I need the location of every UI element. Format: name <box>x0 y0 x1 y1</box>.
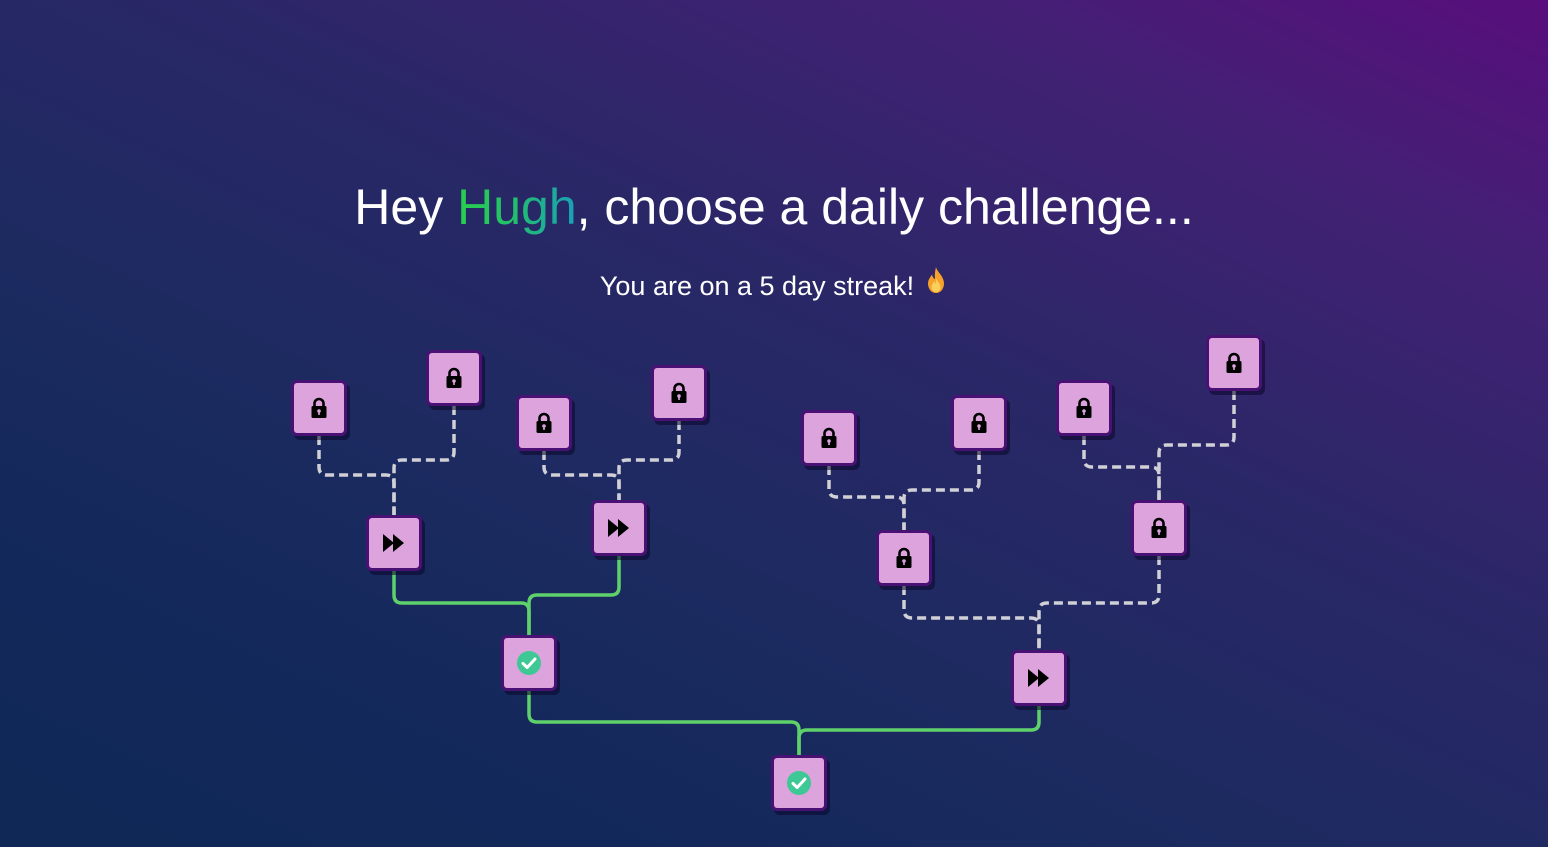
lock-icon <box>1224 352 1244 374</box>
fast-forward-icon <box>607 518 631 538</box>
challenge-node-locked[interactable] <box>801 410 857 466</box>
lock-icon <box>534 412 554 434</box>
challenge-node-locked[interactable] <box>1206 335 1262 391</box>
connector-locked <box>1157 391 1236 500</box>
challenge-node-locked[interactable] <box>951 395 1007 451</box>
challenge-node-completed[interactable] <box>501 635 557 691</box>
connector-completed <box>527 691 801 755</box>
connector-locked <box>392 406 456 515</box>
lock-icon <box>1149 517 1169 539</box>
challenge-node-locked[interactable] <box>876 530 932 586</box>
check-circle-icon <box>516 650 542 676</box>
challenge-tree <box>317 391 1236 755</box>
challenge-node-available[interactable] <box>1011 650 1067 706</box>
challenge-node-locked[interactable] <box>426 350 482 406</box>
challenge-node-locked[interactable] <box>516 395 572 451</box>
lock-icon <box>819 427 839 449</box>
connector-locked <box>1082 436 1161 500</box>
connector-completed <box>392 571 531 635</box>
connector-locked <box>542 451 621 500</box>
lock-icon <box>309 397 329 419</box>
lock-icon <box>894 547 914 569</box>
challenge-node-available[interactable] <box>591 500 647 556</box>
fast-forward-icon <box>382 533 406 553</box>
connector-locked <box>617 421 681 500</box>
challenge-node-locked[interactable] <box>651 365 707 421</box>
challenge-node-locked[interactable] <box>291 380 347 436</box>
challenge-node-locked[interactable] <box>1131 500 1187 556</box>
connector-locked <box>317 436 396 515</box>
challenge-node-locked[interactable] <box>1056 380 1112 436</box>
challenge-node-completed[interactable] <box>771 755 827 811</box>
connector-locked <box>827 466 906 530</box>
connector-completed <box>527 556 621 635</box>
challenge-node-available[interactable] <box>366 515 422 571</box>
connector-locked <box>1037 556 1161 650</box>
lock-icon <box>1074 397 1094 419</box>
connector-locked <box>902 451 981 530</box>
lock-icon <box>444 367 464 389</box>
tree-connectors <box>317 391 1236 755</box>
lock-icon <box>669 382 689 404</box>
fast-forward-icon <box>1027 668 1051 688</box>
connector-completed <box>797 706 1041 755</box>
connector-locked <box>902 586 1041 650</box>
check-circle-icon <box>786 770 812 796</box>
lock-icon <box>969 412 989 434</box>
